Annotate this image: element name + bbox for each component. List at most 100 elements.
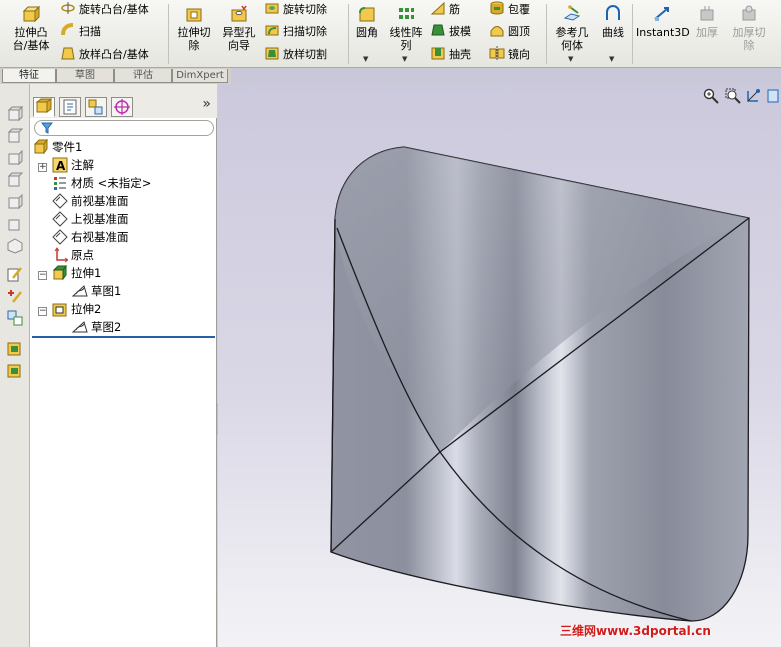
front-view-icon[interactable]: [7, 106, 23, 122]
shell-label: 抽壳: [449, 48, 471, 61]
feature-highlight-icon[interactable]: [7, 340, 23, 356]
tree-part-root[interactable]: 零件1: [33, 138, 82, 156]
wrap-button[interactable]: 包覆: [489, 0, 530, 20]
tab-features[interactable]: 特征: [2, 69, 56, 83]
curves-button[interactable]: 曲线: [598, 4, 628, 39]
plane-icon: [52, 211, 68, 227]
reference-geometry-label: 参考几 何体: [555, 26, 589, 52]
watermark-text: 三维网www.3dportal.cn: [560, 624, 711, 638]
sketch-icon: [72, 285, 88, 297]
command-manager-toolbar: 拉伸凸 台/基体 旋转凸台/基体 扫描 放样凸台/基体 拉伸切 除 异型孔 向导: [0, 0, 781, 68]
tree-item-sketch1[interactable]: 草图1: [72, 282, 121, 300]
fillet-label: 圆角: [356, 26, 378, 39]
sweep-cut-button[interactable]: 扫描切除: [264, 22, 327, 42]
loft-cut-button[interactable]: 放样切割: [264, 45, 327, 65]
material-icon: [54, 177, 66, 190]
feature-copy-icon[interactable]: [7, 362, 23, 378]
tree-item-annotations[interactable]: A 注解: [52, 156, 94, 174]
expand-panel-chevron-icon[interactable]: »: [202, 96, 211, 112]
left-view-icon[interactable]: [7, 150, 23, 166]
tab-sketch[interactable]: 草图: [56, 69, 114, 83]
back-view-icon[interactable]: [7, 128, 23, 144]
tree-item-extrude1[interactable]: 拉伸1: [52, 264, 101, 282]
annotations-icon: A: [52, 157, 68, 173]
smart-dimension-icon[interactable]: [7, 288, 23, 304]
top-view-icon[interactable]: [7, 194, 23, 210]
tree-item-top-plane[interactable]: 上视基准面: [52, 210, 129, 228]
hole-wizard-button[interactable]: 异型孔 向导: [218, 4, 260, 52]
tab-feature-tree[interactable]: [33, 97, 55, 117]
toolbar-separator: [546, 4, 547, 64]
linear-pattern-dropdown-icon[interactable]: ▼: [402, 55, 407, 63]
sweep-cut-icon: [265, 25, 279, 36]
annotations-expander[interactable]: +: [38, 163, 47, 172]
tab-configuration-manager[interactable]: [85, 97, 107, 117]
tree-item-front-plane[interactable]: 前视基准面: [52, 192, 129, 210]
zoom-to-area-icon[interactable]: [725, 88, 741, 104]
thicken-button[interactable]: 加厚: [692, 4, 722, 39]
revolve-cut-button[interactable]: 旋转切除: [264, 0, 327, 20]
part-model[interactable]: [218, 84, 781, 647]
extrude2-expander[interactable]: −: [38, 307, 47, 316]
command-manager-tabs: 特征 草图 评估 DimXpert: [0, 68, 231, 84]
reference-geometry-button[interactable]: 参考几 何体: [550, 4, 594, 52]
feature-filter-box[interactable]: [34, 120, 214, 136]
top-plane-label: 上视基准面: [71, 212, 129, 226]
shell-icon: [431, 47, 445, 60]
instant3d-button[interactable]: Instant3D: [636, 4, 690, 39]
sketch-edit-icon[interactable]: [7, 266, 23, 282]
feature-tree-icon: [35, 98, 53, 113]
tab-evaluate[interactable]: 评估: [114, 69, 172, 83]
rib-icon: [430, 1, 445, 15]
loft-boss-icon: [61, 47, 75, 60]
linear-pattern-button[interactable]: 线性阵 列: [386, 4, 426, 52]
relations-icon[interactable]: [7, 310, 23, 326]
plane-icon: [52, 229, 68, 245]
extrude2-label: 拉伸2: [71, 302, 102, 316]
fillet-dropdown-icon[interactable]: ▼: [363, 55, 368, 63]
extrude-cut-button[interactable]: 拉伸切 除: [172, 4, 216, 52]
rollback-bar[interactable]: [32, 336, 215, 338]
tree-item-material[interactable]: 材质 <未指定>: [52, 174, 151, 192]
extrude-boss-button[interactable]: 拉伸凸 台/基体: [6, 4, 56, 52]
wrap-label: 包覆: [508, 3, 530, 16]
extrude1-expander[interactable]: −: [38, 271, 47, 280]
reference-geometry-dropdown-icon[interactable]: ▼: [568, 55, 573, 63]
sweep-button[interactable]: 扫描: [60, 22, 101, 42]
fillet-button[interactable]: 圆角: [352, 4, 382, 39]
dome-button[interactable]: 圆顶: [489, 22, 530, 42]
sketch2-label: 草图2: [91, 320, 122, 334]
hole-wizard-label: 异型孔 向导: [222, 26, 256, 52]
loft-boss-button[interactable]: 放样凸台/基体: [60, 45, 149, 65]
tree-item-origin[interactable]: 原点: [52, 246, 94, 264]
zoom-to-fit-icon[interactable]: [703, 88, 719, 104]
bottom-view-icon[interactable]: [7, 216, 23, 232]
tree-item-extrude2[interactable]: 拉伸2: [52, 300, 101, 318]
section-view-icon[interactable]: [765, 88, 781, 104]
curves-dropdown-icon[interactable]: ▼: [609, 55, 614, 63]
tab-dimxpert-manager[interactable]: [111, 97, 133, 117]
tab-property-manager[interactable]: [59, 97, 81, 117]
dimxpert-crosshair-icon: [114, 99, 130, 115]
tree-item-right-plane[interactable]: 右视基准面: [52, 228, 129, 246]
isometric-view-icon[interactable]: [7, 238, 23, 254]
mirror-label: 镜向: [508, 48, 530, 61]
mirror-button[interactable]: 镜向: [489, 45, 530, 65]
previous-view-icon[interactable]: [745, 88, 761, 104]
rib-button[interactable]: 筋: [430, 0, 460, 20]
draft-button[interactable]: 拔模: [430, 22, 471, 42]
revolve-boss-button[interactable]: 旋转凸台/基体: [60, 0, 149, 20]
thicken-cut-button[interactable]: 加厚切 除: [726, 4, 772, 52]
right-view-icon[interactable]: [7, 172, 23, 188]
toolbar-separator: [168, 4, 169, 64]
tab-dimxpert[interactable]: DimXpert: [172, 69, 228, 83]
shell-button[interactable]: 抽壳: [430, 45, 471, 65]
linear-pattern-label: 线性阵 列: [389, 26, 423, 52]
thicken-icon: [700, 6, 714, 21]
revolve-boss-label: 旋转凸台/基体: [79, 3, 149, 16]
tree-item-sketch2[interactable]: 草图2: [72, 318, 121, 336]
part-icon: [33, 139, 48, 155]
origin-icon: [54, 247, 68, 263]
graphics-area[interactable]: 三维网www.3dportal.cn: [218, 84, 781, 647]
tab-strip-background: [231, 68, 781, 84]
